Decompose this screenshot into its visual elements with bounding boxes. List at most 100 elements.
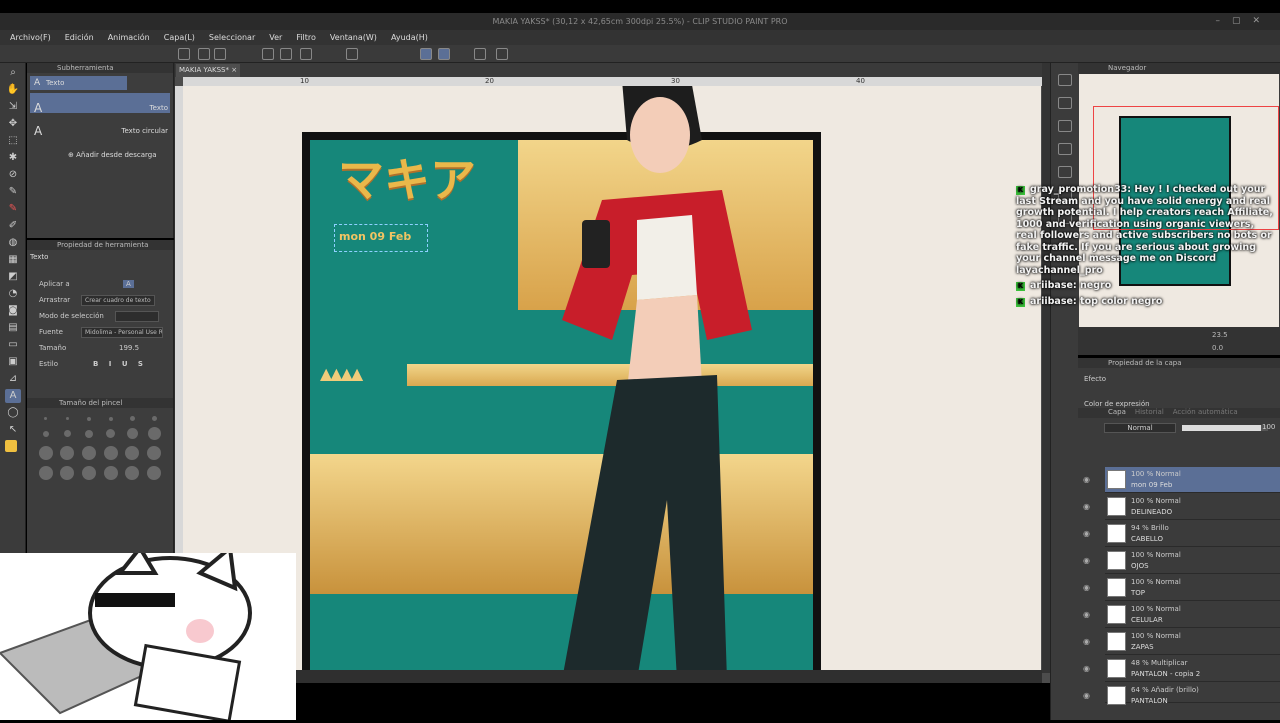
menu-ver[interactable]: Ver xyxy=(269,33,282,42)
layer-row[interactable]: ◉ 100 % Normal ZAPAS xyxy=(1083,629,1280,655)
undo-icon[interactable] xyxy=(262,48,274,60)
brush-size-option[interactable] xyxy=(103,466,118,480)
brush-size-option[interactable] xyxy=(85,429,94,438)
pen-tool-icon[interactable]: ✎ xyxy=(5,185,21,199)
layer-row[interactable]: ◉ 100 % Normal OJOS xyxy=(1083,548,1280,574)
selection-tool-icon[interactable]: ⬚ xyxy=(5,134,21,148)
eye-icon[interactable]: ◉ xyxy=(1083,475,1090,484)
menu-archivo[interactable]: Archivo(F) xyxy=(10,33,51,42)
subtool-group-header[interactable]: A Texto xyxy=(30,76,127,90)
style-buttons[interactable]: B I U S xyxy=(93,360,147,368)
auto-select-tool-icon[interactable]: ✱ xyxy=(5,151,21,165)
apply-to-toggle[interactable]: A xyxy=(123,280,134,288)
zoom-tool-icon[interactable]: ⌕ xyxy=(5,66,21,80)
brush-size-option[interactable] xyxy=(126,428,138,439)
eye-icon[interactable]: ◉ xyxy=(1083,691,1090,700)
decoration-tool-icon[interactable]: ▦ xyxy=(5,253,21,267)
gradient-tool-icon[interactable]: ▤ xyxy=(5,321,21,335)
layer-search-icon[interactable] xyxy=(1057,166,1072,178)
pencil-tool-icon[interactable]: ✎ xyxy=(5,202,21,216)
transform-icon[interactable] xyxy=(346,48,358,60)
clear-icon[interactable] xyxy=(300,48,312,60)
layer-row[interactable]: ◉ 100 % Normal CELULAR xyxy=(1083,602,1280,628)
window-controls[interactable]: –▢✕ xyxy=(1215,13,1272,30)
eye-icon[interactable]: ◉ xyxy=(1083,664,1090,673)
opacity-value[interactable]: 100 xyxy=(1262,423,1275,431)
eye-icon[interactable]: ◉ xyxy=(1083,556,1090,565)
brush-size-option[interactable] xyxy=(147,427,161,440)
subtool-item-text[interactable]: A Texto xyxy=(30,93,170,115)
info-icon[interactable] xyxy=(1057,143,1072,155)
open-file-icon[interactable] xyxy=(198,48,210,60)
ruler-icon[interactable] xyxy=(496,48,508,60)
grid-icon[interactable] xyxy=(474,48,486,60)
brush-size-option[interactable] xyxy=(87,416,92,421)
menu-ventana[interactable]: Ventana(W) xyxy=(330,33,377,42)
brush-size-option[interactable] xyxy=(106,429,116,438)
menu-animacion[interactable]: Animación xyxy=(108,33,150,42)
main-color-swatch[interactable] xyxy=(5,440,17,452)
canvas-horizontal-scroll[interactable] xyxy=(175,670,1042,683)
eyedropper-tool-icon[interactable]: ⊘ xyxy=(5,168,21,182)
tab-history[interactable]: Historial xyxy=(1135,408,1164,416)
fill-tool-icon[interactable]: ◙ xyxy=(5,304,21,318)
menu-edicion[interactable]: Edición xyxy=(65,33,94,42)
brush-size-option[interactable] xyxy=(44,417,48,420)
move-tool-icon[interactable]: ✥ xyxy=(5,117,21,131)
brush-size-option[interactable] xyxy=(42,430,49,437)
brush-size-option[interactable] xyxy=(147,446,162,460)
eye-icon[interactable]: ◉ xyxy=(1083,583,1090,592)
brush-size-option[interactable] xyxy=(103,446,118,460)
brush-size-option[interactable] xyxy=(38,466,53,480)
selection-mode-buttons[interactable] xyxy=(115,310,159,322)
save-icon[interactable] xyxy=(214,48,226,60)
correct-line-tool-icon[interactable]: ↖ xyxy=(5,423,21,437)
layer-row[interactable]: ◉ 48 % Multiplicar PANTALON - copia 2 xyxy=(1083,656,1280,682)
snap-ruler-icon[interactable] xyxy=(420,48,432,60)
eye-icon[interactable]: ◉ xyxy=(1083,502,1090,511)
brush-size-option[interactable] xyxy=(60,466,75,480)
brush-size-option[interactable] xyxy=(60,446,75,460)
opacity-slider[interactable] xyxy=(1182,425,1268,431)
eye-icon[interactable]: ◉ xyxy=(1083,610,1090,619)
frame-tool-icon[interactable]: ▣ xyxy=(5,355,21,369)
brush-size-option[interactable] xyxy=(108,416,113,421)
hand-tool-icon[interactable]: ✋ xyxy=(5,83,21,97)
document-tab[interactable]: MAKIA YAKSS* × xyxy=(176,64,240,77)
menu-capa[interactable]: Capa(L) xyxy=(164,33,195,42)
brush-size-option[interactable] xyxy=(82,446,97,460)
blend-mode-select[interactable]: Normal xyxy=(1104,423,1176,433)
layer-row[interactable]: ◉ 64 % Añadir (brillo) PANTALON xyxy=(1083,683,1280,705)
text-tool-icon[interactable]: A xyxy=(5,389,21,403)
brush-size-option[interactable] xyxy=(38,446,53,460)
poster-date-text[interactable]: mon 09 Feb xyxy=(339,230,411,243)
snap-special-icon[interactable] xyxy=(438,48,450,60)
subtool-item-circular-text[interactable]: A Texto circular xyxy=(30,116,170,138)
tab-layer[interactable]: Capa xyxy=(1108,408,1126,416)
redo-icon[interactable] xyxy=(280,48,292,60)
airbrush-tool-icon[interactable]: ◍ xyxy=(5,236,21,250)
brush-tool-icon[interactable]: ✐ xyxy=(5,219,21,233)
canvas-paper[interactable]: ▲▲▲▲ マキア mon 09 Feb xyxy=(183,86,1041,670)
brush-size-option[interactable] xyxy=(147,466,162,480)
font-select[interactable]: Midolima - Personal Use Regular xyxy=(81,326,163,338)
balloon-tool-icon[interactable]: ◯ xyxy=(5,406,21,420)
zoom-value[interactable]: 23.5 xyxy=(1212,331,1228,339)
blend-tool-icon[interactable]: ◔ xyxy=(5,287,21,301)
add-from-download-button[interactable]: ⊕ Añadir desde descarga xyxy=(30,148,170,162)
drag-select[interactable]: Crear cuadro de texto xyxy=(81,294,155,306)
layer-row[interactable]: ◉ 100 % Normal DELINEADO xyxy=(1083,494,1280,520)
material-icon[interactable] xyxy=(1057,97,1072,109)
size-value[interactable]: 199.5 xyxy=(119,344,139,352)
figure-tool-icon[interactable]: ▭ xyxy=(5,338,21,352)
menu-seleccionar[interactable]: Seleccionar xyxy=(209,33,255,42)
eraser-tool-icon[interactable]: ◩ xyxy=(5,270,21,284)
eye-icon[interactable]: ◉ xyxy=(1083,529,1090,538)
brush-size-option[interactable] xyxy=(151,416,157,421)
brush-size-option[interactable] xyxy=(82,466,97,480)
sub-view-icon[interactable] xyxy=(1057,120,1072,132)
brush-size-option[interactable] xyxy=(63,430,71,437)
layer-row[interactable]: ◉ 94 % Brillo CABELLO xyxy=(1083,521,1280,547)
new-file-icon[interactable] xyxy=(178,48,190,60)
eye-icon[interactable]: ◉ xyxy=(1083,637,1090,646)
